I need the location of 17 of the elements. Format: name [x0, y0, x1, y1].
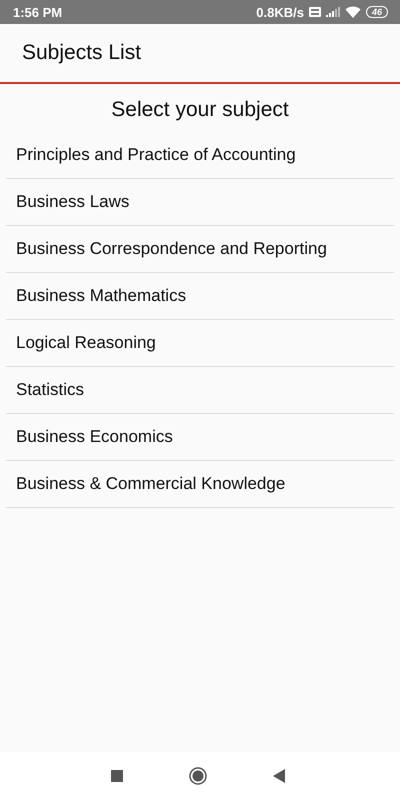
subject-item[interactable]: Business Mathematics: [6, 273, 394, 320]
back-icon[interactable]: [273, 769, 285, 783]
subject-item[interactable]: Business & Commercial Knowledge: [6, 461, 394, 508]
signal-icon: [326, 7, 340, 17]
battery-icon: 46: [366, 6, 388, 18]
network-speed: 0.8KB/s: [256, 4, 304, 20]
status-time: 1:56 PM: [13, 4, 62, 20]
subject-item[interactable]: Logical Reasoning: [6, 320, 394, 367]
subject-item[interactable]: Business Economics: [6, 414, 394, 461]
section-heading: Select your subject: [110, 97, 290, 123]
wifi-icon: [344, 6, 361, 18]
subject-item[interactable]: Business Correspondence and Reporting: [6, 226, 394, 273]
home-icon[interactable]: [189, 767, 207, 785]
subject-item[interactable]: Statistics: [6, 367, 394, 414]
app-title: Subjects List: [22, 41, 142, 65]
subject-item[interactable]: Principles and Practice of Accounting: [6, 132, 394, 179]
subject-item[interactable]: Business Laws: [6, 179, 394, 226]
